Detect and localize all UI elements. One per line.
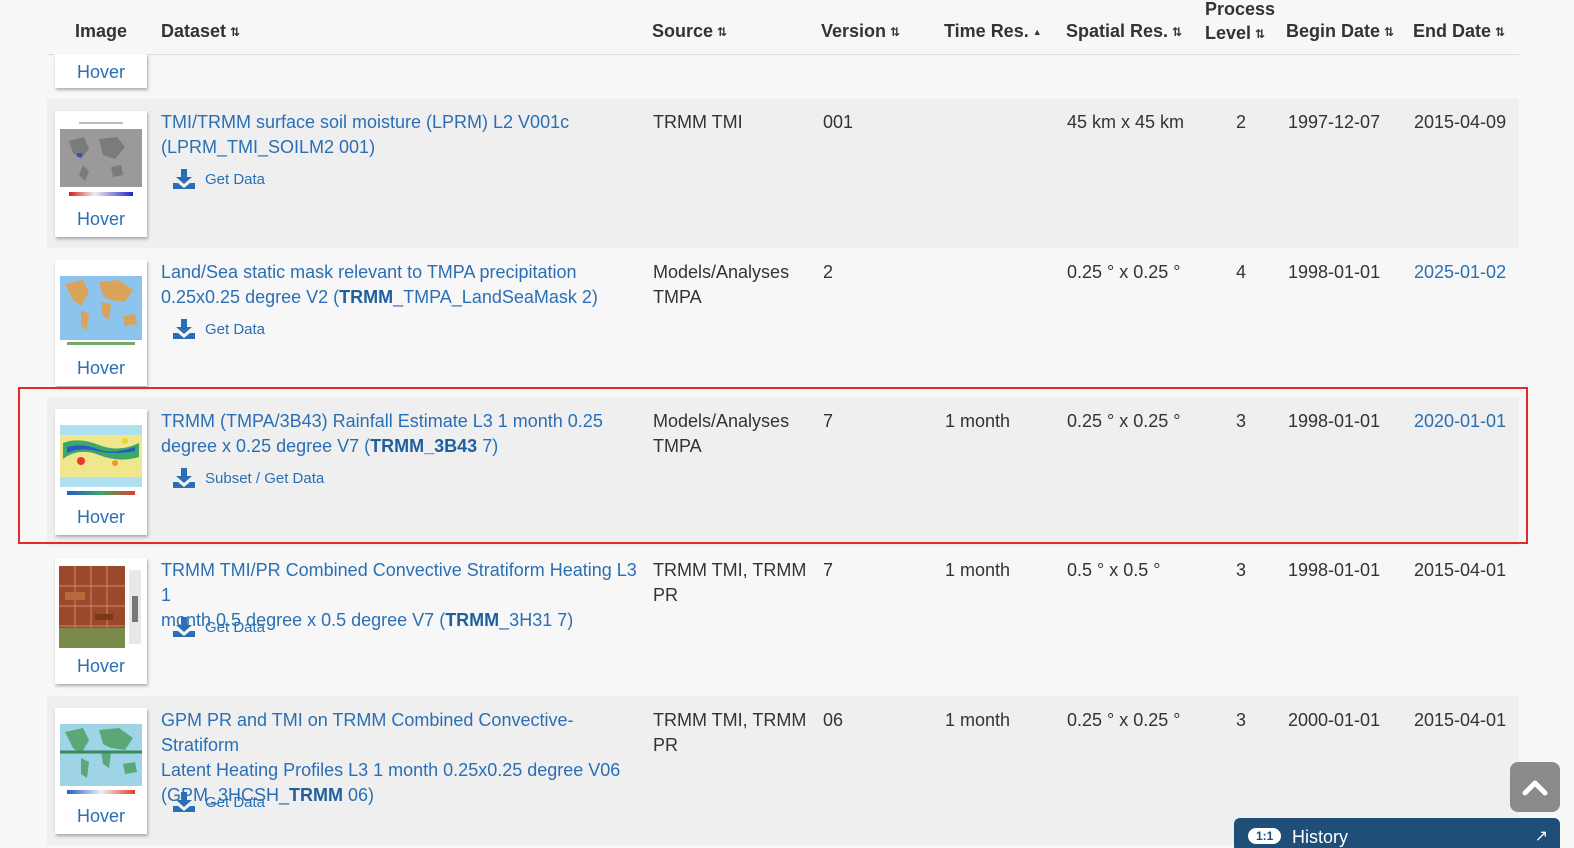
- history-count-badge: 1:1: [1248, 828, 1282, 844]
- spatial-res-cell: 0.25 ° x 0.25 °: [1067, 262, 1181, 282]
- column-header-end-date[interactable]: End Date ⇅: [1413, 21, 1505, 42]
- column-header-begin-date[interactable]: Begin Date ⇅: [1286, 21, 1394, 42]
- column-header-source[interactable]: Source ⇅: [652, 21, 727, 42]
- time-res-cell: 1 month: [945, 560, 1011, 580]
- get-data-link[interactable]: Get Data: [173, 169, 265, 189]
- heating-profile-thumbnail: [59, 566, 143, 648]
- expand-icon[interactable]: ↗: [1535, 826, 1548, 846]
- time-res-cell: 1 month: [945, 411, 1011, 431]
- get-data-link[interactable]: Get Data: [173, 792, 265, 812]
- column-header-dataset[interactable]: Dataset ⇅: [161, 21, 240, 42]
- column-header-spatial-res[interactable]: Spatial Res. ⇅: [1066, 21, 1182, 42]
- soil-moisture-map-thumbnail: [59, 119, 143, 201]
- table-header: Image Dataset ⇅ Source ⇅ Version ⇅ Time Res…: [47, 0, 1519, 55]
- sort-ascending-icon: ▲: [1032, 27, 1042, 38]
- thumbnail-card[interactable]: Hover: [55, 111, 147, 237]
- begin-date-cell: 1997-12-07: [1288, 112, 1381, 132]
- sort-icon: ⇅: [1495, 25, 1506, 40]
- end-date-link[interactable]: 2020-01-01: [1414, 409, 1506, 434]
- source-cell: TRMM TMI, TRMM PR: [653, 710, 807, 755]
- dataset-title-link[interactable]: TRMM (TMPA/3B43) Rainfall Estimate L3 1 …: [161, 409, 641, 459]
- begin-date-cell: 1998-01-01: [1288, 560, 1381, 580]
- column-header-image: Image: [75, 21, 128, 41]
- spatial-res-cell: 45 km x 45 km: [1067, 112, 1185, 132]
- spatial-res-cell: 0.25 ° x 0.25 °: [1067, 411, 1181, 431]
- sort-icon: ⇅: [890, 25, 901, 40]
- spatial-res-cell: 0.5 ° x 0.5 °: [1067, 560, 1161, 580]
- process-level-cell: 4: [1236, 262, 1247, 282]
- latent-heating-map-thumbnail: [59, 716, 143, 798]
- source-cell: Models/Analyses TMPA: [653, 262, 790, 307]
- source-cell: TRMM TMI: [653, 112, 743, 132]
- subset-get-data-link[interactable]: Subset / Get Data: [173, 468, 324, 488]
- hover-label[interactable]: Hover: [55, 507, 147, 528]
- version-cell: 7: [823, 411, 834, 431]
- download-icon: [173, 169, 195, 189]
- get-data-link[interactable]: Get Data: [173, 319, 265, 339]
- version-cell: 7: [823, 560, 834, 580]
- begin-date-cell: 2000-01-01: [1288, 710, 1381, 730]
- thumbnail-card[interactable]: Hover: [55, 260, 147, 386]
- time-res-cell: 1 month: [945, 710, 1011, 730]
- sort-icon: ⇅: [717, 25, 728, 40]
- end-date-cell: 2015-04-01: [1414, 560, 1507, 580]
- column-header-version[interactable]: Version ⇅: [821, 21, 900, 42]
- end-date-cell: 2015-04-01: [1414, 710, 1507, 730]
- table-row: Hover TRMM (TMPA/3B43) Rainfall Estimate…: [47, 397, 1519, 546]
- begin-date-cell: 1998-01-01: [1288, 411, 1381, 431]
- dataset-title-link[interactable]: TMI/TRMM surface soil moisture (LPRM) L2…: [161, 110, 641, 160]
- sort-icon: ⇅: [230, 25, 241, 40]
- end-date-link[interactable]: 2025-01-02: [1414, 260, 1506, 285]
- begin-date-cell: 1998-01-01: [1288, 262, 1381, 282]
- thumbnail-card[interactable]: Hover: [55, 409, 147, 535]
- download-icon: [173, 792, 195, 812]
- download-icon: [173, 468, 195, 488]
- land-sea-mask-map-thumbnail: [59, 268, 143, 350]
- process-level-cell: 2: [1236, 112, 1247, 132]
- column-header-process-level[interactable]: Process Level ⇅: [1205, 0, 1275, 46]
- version-cell: 001: [823, 112, 854, 132]
- thumbnail-card[interactable]: Hover: [55, 54, 147, 88]
- source-cell: Models/Analyses TMPA: [653, 411, 790, 456]
- scroll-to-top-button[interactable]: [1510, 762, 1560, 812]
- process-level-cell: 3: [1236, 710, 1247, 730]
- table-row: Hover Land/Sea static mask relevant to T…: [47, 248, 1519, 397]
- download-icon: [173, 617, 195, 637]
- history-panel[interactable]: 1:1 History ↗: [1234, 818, 1560, 848]
- sort-icon: ⇅: [1384, 25, 1395, 40]
- rainfall-map-thumbnail: [59, 417, 143, 499]
- hover-label[interactable]: Hover: [55, 209, 147, 230]
- sort-icon: ⇅: [1172, 25, 1183, 40]
- process-level-cell: 3: [1236, 560, 1247, 580]
- table-row: Hover TMI/TRMM surface soil moisture (LP…: [47, 99, 1519, 248]
- get-data-link[interactable]: Get Data: [173, 617, 265, 637]
- hover-label[interactable]: Hover: [55, 358, 147, 379]
- version-cell: 06: [823, 710, 844, 730]
- column-header-time-res[interactable]: Time Res. ▲: [944, 21, 1042, 42]
- spatial-res-cell: 0.25 ° x 0.25 °: [1067, 710, 1181, 730]
- hover-label[interactable]: Hover: [55, 656, 147, 677]
- source-cell: TRMM TMI, TRMM PR: [653, 560, 807, 605]
- thumbnail-card[interactable]: Hover: [55, 708, 147, 834]
- hover-label[interactable]: Hover: [55, 62, 147, 83]
- sort-icon: ⇅: [1255, 27, 1266, 42]
- table-row: Hover TRMM TMI/PR Combined Convective St…: [47, 546, 1519, 695]
- end-date-cell: 2015-04-09: [1414, 112, 1507, 132]
- thumbnail-card[interactable]: Hover: [55, 558, 147, 684]
- chevron-up-icon: [1522, 780, 1548, 796]
- dataset-title-link[interactable]: Land/Sea static mask relevant to TMPA pr…: [161, 260, 641, 310]
- process-level-cell: 3: [1236, 411, 1247, 431]
- hover-label[interactable]: Hover: [55, 806, 147, 827]
- download-icon: [173, 319, 195, 339]
- version-cell: 2: [823, 262, 834, 282]
